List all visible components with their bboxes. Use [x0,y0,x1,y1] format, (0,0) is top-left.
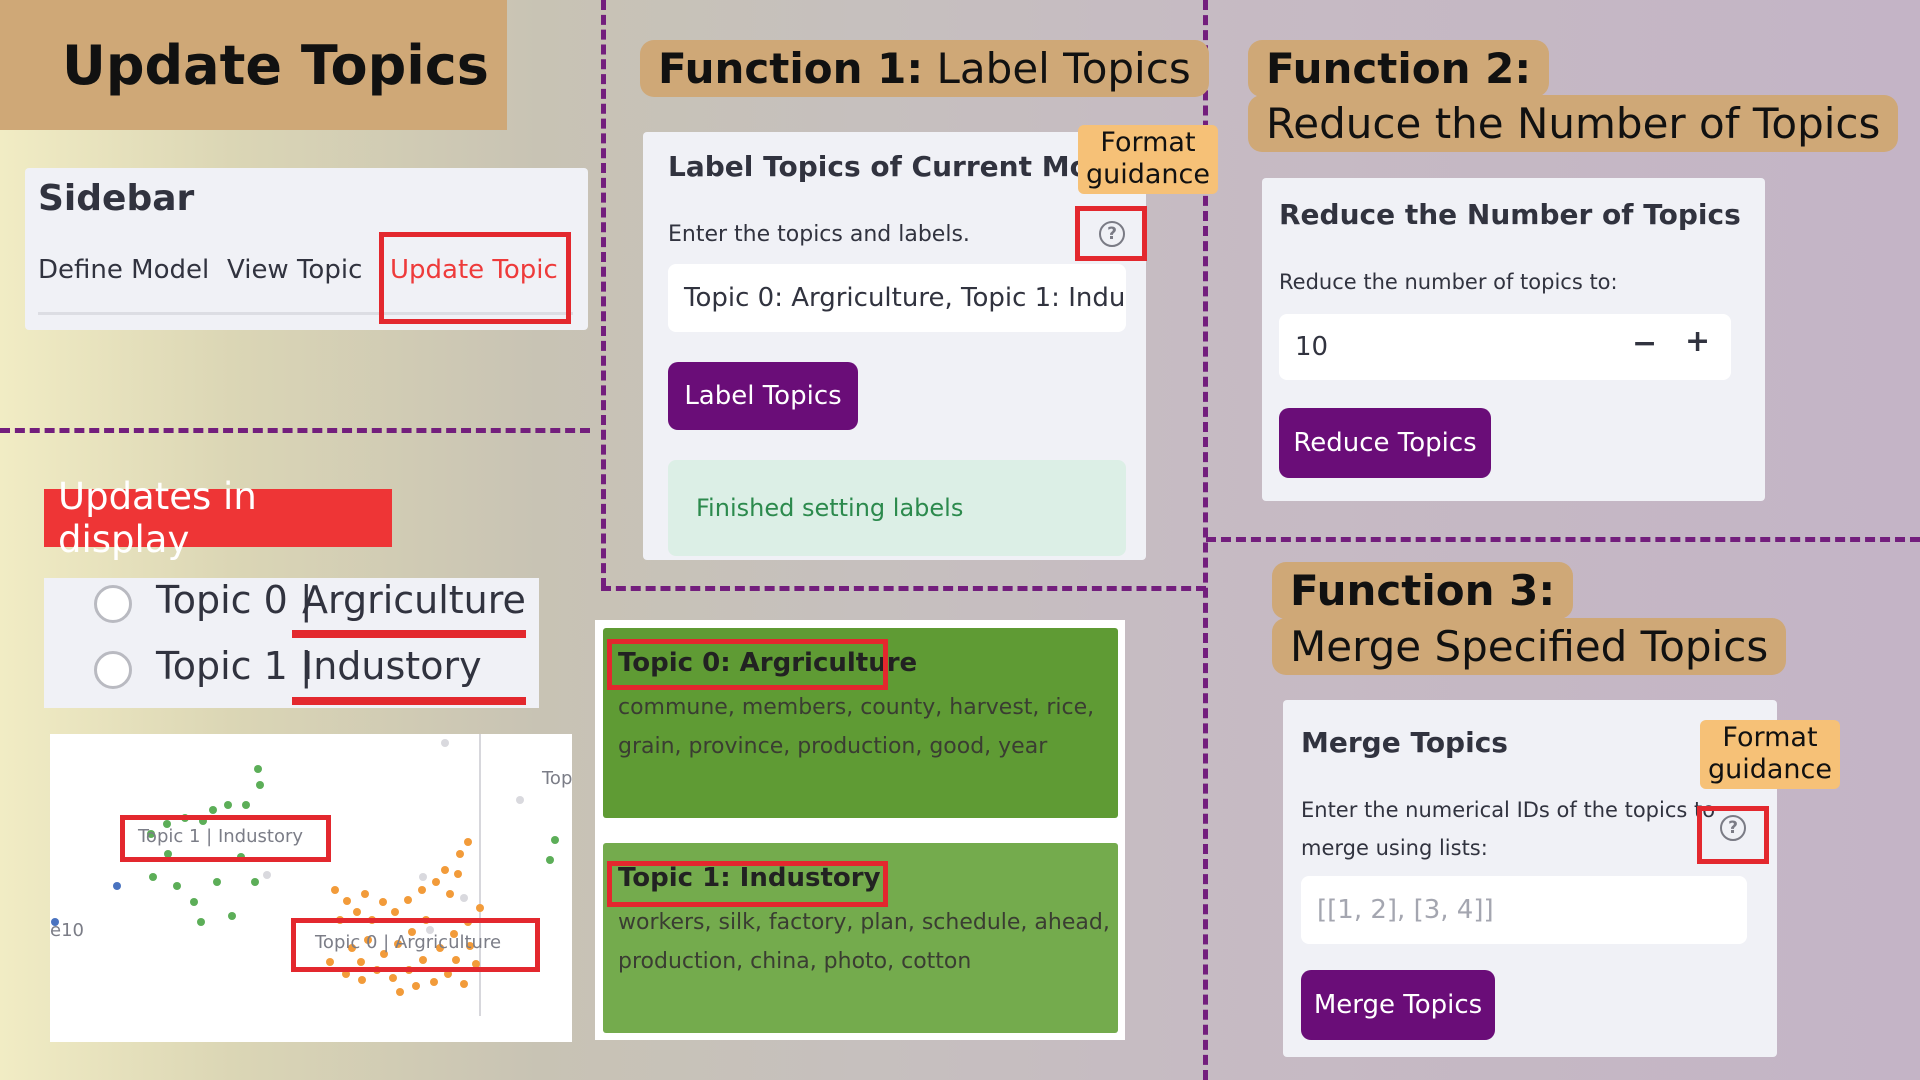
topic-card-0-words-line-1: commune, members, county, harvest, rice, [618,695,1095,720]
merge-topics-button[interactable]: Merge Topics [1301,970,1495,1040]
topic-radio-list: Topic 0 | Argriculture Topic 1 | Industo… [44,578,539,708]
function-1-format-guidance: Format guidance [1078,125,1219,194]
reduce-topics-panel: Reduce the Number of Topics Reduce the n… [1262,178,1765,501]
divider-horizontal-left [0,428,590,433]
scatter-partial-label-top: Top [541,768,572,789]
function-3-pill-line-2: Merge Specified Topics [1272,618,1787,675]
highlight-scatter-topic-0 [291,918,540,972]
radio-topic-0-prefix: Topic 0 | [156,578,313,622]
reduce-topics-number-input[interactable]: 10 [1279,314,1731,380]
label-topics-success-message: Finished setting labels [668,460,1126,556]
highlight-scatter-topic-1 [120,815,331,862]
merge-topics-input-label-line-1: Enter the numerical IDs of the topics to [1301,798,1716,822]
topic-scatter-plot[interactable]: Top e10 Topic 1 | Industory Topic 0 | Ar… [50,734,572,1042]
label-topics-input-label: Enter the topics and labels. [668,222,970,247]
merge-topics-input-label-line-2: merge using lists: [1301,836,1488,860]
reduce-topics-minus-button[interactable]: − [1632,326,1657,361]
divider-vertical-left [601,0,606,588]
merge-topics-panel-title: Merge Topics [1301,726,1508,759]
topic-card-1-words-line-2: production, china, photo, cotton [618,949,972,974]
function-3-format-guidance: Format guidance [1700,720,1841,789]
underline-argriculture [292,630,526,638]
sidebar-item-define-model[interactable]: Define Model [38,255,209,285]
function-1-pill-text: Label Topics [923,44,1191,93]
label-topics-button[interactable]: Label Topics [668,362,858,430]
radio-topic-1[interactable] [94,651,132,689]
radio-topic-0-label: Argriculture [302,578,526,622]
scatter-svg: Top e10 Topic 1 | Industory Topic 0 | Ar… [50,734,572,1016]
function-3-format-guidance-line-1: Format [1722,722,1818,753]
merge-topics-input[interactable]: [[1, 2], [3, 4]] [1301,876,1747,944]
highlight-label-help [1075,206,1147,261]
topic-card-1-words-line-1: workers, silk, factory, plan, schedule, … [618,910,1110,935]
highlight-update-topic [379,232,571,324]
function-1-pill-number: Function 1: [658,44,924,93]
divider-horizontal-middle [601,586,1206,591]
page-title: Update Topics [0,0,507,130]
sidebar-item-view-topic[interactable]: View Topic [227,255,362,285]
function-1-format-guidance-line-1: Format [1100,127,1196,158]
highlight-topic-card-0-heading [607,639,888,690]
function-1-pill: Function 1: Label Topics [640,40,1209,97]
radio-topic-1-label: Industory [302,644,482,688]
sidebar-title: Sidebar [38,178,195,219]
label-topics-panel: Label Topics of Current Model Enter the … [643,132,1146,560]
radio-topic-1-prefix: Topic 1 | [156,644,313,688]
divider-horizontal-right [1206,537,1920,542]
underline-industory [292,697,526,705]
reduce-topics-input-label: Reduce the number of topics to: [1279,270,1618,294]
reduce-topics-button[interactable]: Reduce Topics [1279,408,1491,478]
label-topics-panel-title: Label Topics of Current Model [668,150,1138,183]
highlight-merge-help [1697,806,1769,864]
reduce-topics-plus-button[interactable]: + [1685,324,1710,359]
updates-in-display-label: Updates in display [44,475,392,561]
function-2-pill-line-2: Reduce the Number of Topics [1248,95,1899,152]
function-3-pill-line-1: Function 3: [1272,562,1574,619]
reduce-topics-panel-title: Reduce the Number of Topics [1279,198,1741,231]
function-1-format-guidance-line-2: guidance [1086,159,1211,191]
topic-card-0-words-line-2: grain, province, production, good, year [618,734,1048,759]
highlight-topic-card-1-heading [607,861,888,907]
function-2-pill-line-1: Function 2: [1248,40,1550,97]
scatter-partial-label-e10: e10 [50,920,84,941]
label-topics-input[interactable]: Topic 0: Argriculture, Topic 1: Industo [668,264,1126,332]
radio-topic-0[interactable] [94,585,132,623]
function-3-format-guidance-line-2: guidance [1708,754,1833,786]
